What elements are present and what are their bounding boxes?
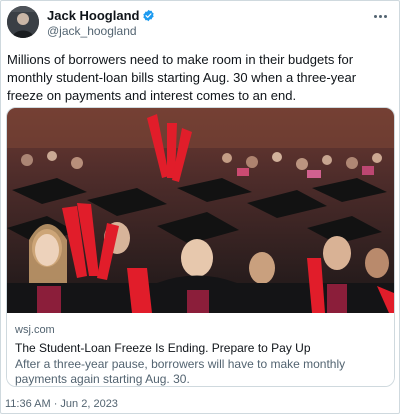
article-image [7,108,394,313]
tweet-text: Millions of borrowers need to make room … [7,52,357,103]
link-preview-card[interactable]: wsj.com The Student-Loan Freeze Is Endin… [6,107,395,387]
author-name-row: Jack Hoogland [47,8,155,23]
card-description: After a three-year pause, borrowers will… [15,357,346,386]
card-title[interactable]: The Student-Loan Freeze Is Ending. Prepa… [15,341,311,355]
tweet-header: Jack Hoogland @jack_hoogland [7,6,393,42]
link-preview-info: wsj.com The Student-Loan Freeze Is Endin… [7,313,394,386]
card-domain: wsj.com [15,324,55,336]
more-options-icon[interactable] [371,10,389,22]
author-name[interactable]: Jack Hoogland [47,8,139,23]
tweet-timestamp[interactable]: 11:36 AM · Jun 2, 2023 [5,398,118,410]
avatar[interactable] [7,6,39,38]
author-handle[interactable]: @jack_hoogland [47,24,137,38]
tweet-card: Jack Hoogland @jack_hoogland Millions of… [0,0,400,414]
verified-badge-icon [142,9,155,22]
